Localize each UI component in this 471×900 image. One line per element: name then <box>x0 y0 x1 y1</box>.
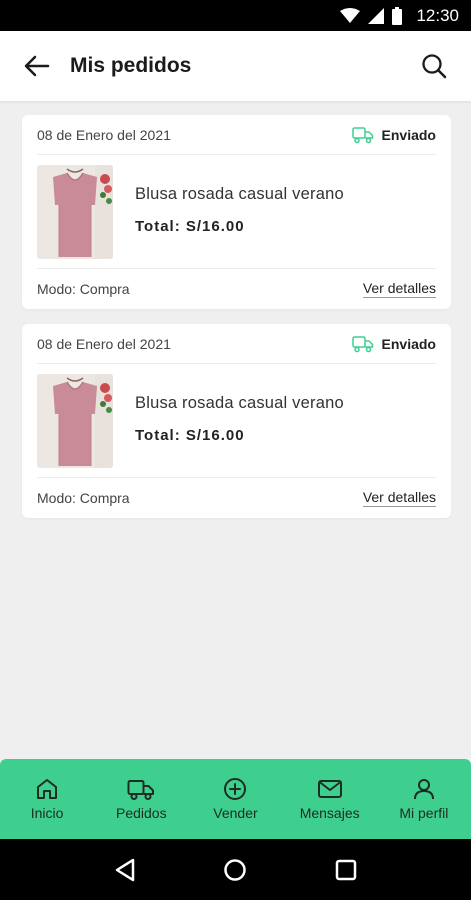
nav-label: Mensajes <box>299 805 360 821</box>
view-details-link[interactable]: Ver detalles <box>362 280 436 298</box>
user-icon <box>413 779 434 800</box>
status-time: 12:30 <box>416 5 459 25</box>
orders-list: 08 de Enero del 2021 Enviado Blusa rosad… <box>22 115 451 533</box>
product-image <box>37 374 113 468</box>
nav-item-vender[interactable]: Vender <box>188 777 282 821</box>
mail-icon <box>317 780 342 798</box>
system-nav-bar <box>0 839 471 900</box>
order-card[interactable]: 08 de Enero del 2021 Enviado Blusa rosad… <box>22 324 451 518</box>
order-mode: Modo: Compra <box>37 281 130 297</box>
truck-icon <box>351 126 373 143</box>
plus-circle-icon <box>224 778 247 800</box>
wifi-icon <box>340 7 361 23</box>
search-button[interactable] <box>419 51 449 81</box>
order-mode: Modo: Compra <box>37 490 130 506</box>
arrow-left-icon <box>24 55 50 77</box>
view-details-link[interactable]: Ver detalles <box>362 489 436 507</box>
truck-icon <box>351 335 373 352</box>
status-badge: Enviado <box>351 335 436 353</box>
nav-label: Pedidos <box>115 805 167 821</box>
order-header: 08 de Enero del 2021 Enviado <box>37 115 436 155</box>
product-name: Blusa rosada casual verano <box>135 394 344 412</box>
search-icon <box>422 54 447 79</box>
order-card[interactable]: 08 de Enero del 2021 Enviado Blusa rosad… <box>22 115 451 309</box>
status-label: Enviado <box>381 126 436 143</box>
status-badge: Enviado <box>351 126 436 144</box>
nav-label: Inicio <box>30 805 64 821</box>
home-icon <box>37 779 58 799</box>
order-date: 08 de Enero del 2021 <box>37 126 171 143</box>
back-triangle-icon[interactable] <box>114 858 136 882</box>
home-circle-icon[interactable] <box>223 858 247 882</box>
order-footer: Modo: Compra Ver detalles <box>37 477 436 518</box>
nav-item-pedidos[interactable]: Pedidos <box>94 777 188 821</box>
product-image <box>37 165 113 259</box>
nav-item-mensajes[interactable]: Mensajes <box>283 777 377 821</box>
truck-icon <box>127 780 155 800</box>
nav-label: Vender <box>213 805 258 821</box>
nav-label: Mi perfil <box>399 805 449 821</box>
nav-item-mi-perfil[interactable]: Mi perfil <box>377 777 471 821</box>
page-title: Mis pedidos <box>70 54 192 77</box>
status-bar: 12:30 <box>0 0 471 31</box>
signal-icon <box>368 7 385 24</box>
order-date: 08 de Enero del 2021 <box>37 335 171 352</box>
status-label: Enviado <box>381 335 436 352</box>
app-bar: Mis pedidos <box>0 31 471 101</box>
back-button[interactable] <box>22 51 52 81</box>
battery-icon <box>392 6 403 25</box>
order-header: 08 de Enero del 2021 Enviado <box>37 324 436 364</box>
order-total: Total: S/16.00 <box>135 427 245 444</box>
order-total: Total: S/16.00 <box>135 218 245 235</box>
order-footer: Modo: Compra Ver detalles <box>37 268 436 309</box>
nav-item-inicio[interactable]: Inicio <box>0 777 94 821</box>
recents-square-icon[interactable] <box>335 859 357 881</box>
product-name: Blusa rosada casual verano <box>135 185 344 203</box>
bottom-nav: Inicio Pedidos Vender Mensajes Mi perfil <box>0 759 471 839</box>
